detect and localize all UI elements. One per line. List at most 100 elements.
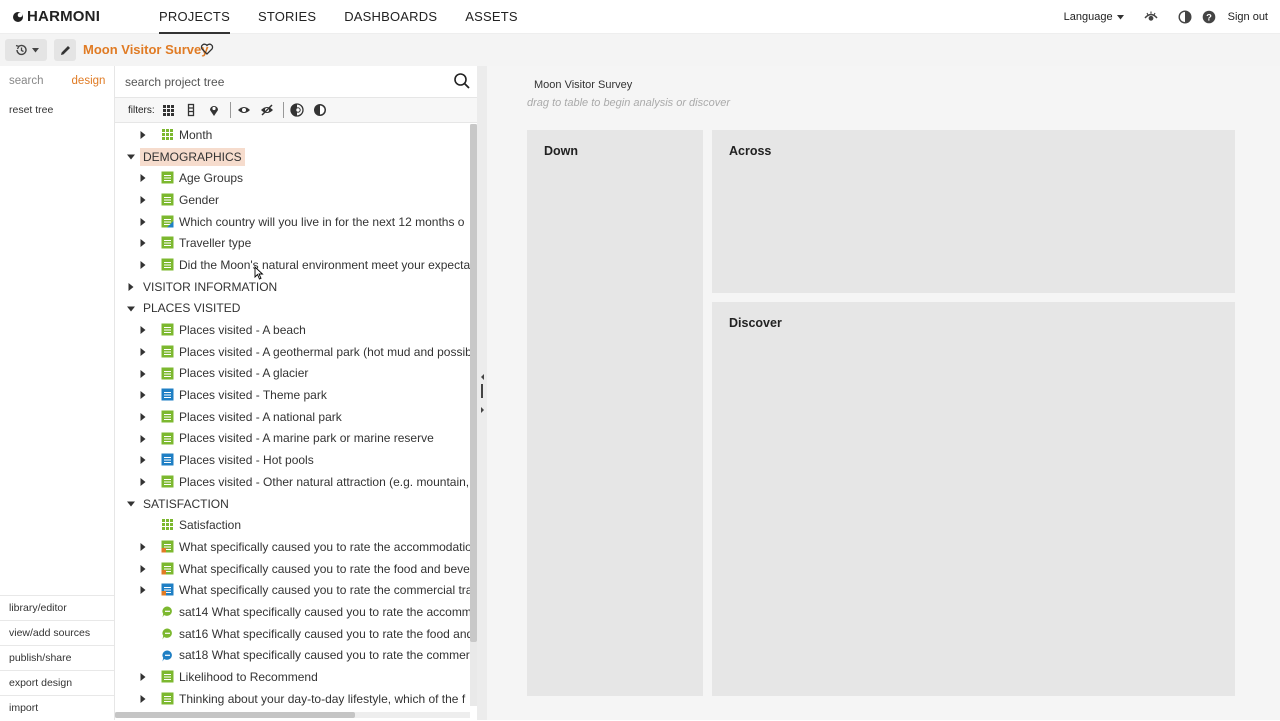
tree-search-input[interactable] bbox=[125, 72, 445, 92]
tree-folder-label[interactable]: VISITOR INFORMATION bbox=[143, 280, 277, 294]
help-icon[interactable]: ? bbox=[1202, 10, 1216, 24]
tree-variable-row[interactable]: sat16 What specifically caused you to ra… bbox=[115, 623, 470, 645]
tree-folder-label[interactable]: PLACES VISITED bbox=[143, 301, 240, 315]
tree-variable-row[interactable]: Places visited - A glacier bbox=[115, 363, 470, 385]
reset-tree-link[interactable]: reset tree bbox=[9, 104, 53, 116]
tree-folder-row[interactable]: VISITOR INFORMATION bbox=[115, 276, 470, 298]
tree-folder-row[interactable]: PLACES VISITED bbox=[115, 298, 470, 320]
search-icon[interactable] bbox=[453, 72, 471, 90]
tab-search[interactable]: search bbox=[0, 66, 53, 97]
tree-variable-row[interactable]: Thinking about your day-to-day lifestyle… bbox=[115, 688, 470, 710]
tree-variable-row[interactable]: Places visited - A geothermal park (hot … bbox=[115, 341, 470, 363]
tree-variable-row[interactable]: What specifically caused you to rate the… bbox=[115, 536, 470, 558]
tree-variable-row[interactable]: Places visited - Other natural attractio… bbox=[115, 471, 470, 493]
caret-right-icon[interactable] bbox=[139, 239, 147, 248]
sidebar-link-export-design[interactable]: export design bbox=[0, 670, 114, 695]
tree-variable-row[interactable]: Did the Moon's natural environment meet … bbox=[115, 254, 470, 276]
eye-icon[interactable] bbox=[1144, 10, 1158, 24]
caret-right-icon[interactable] bbox=[139, 261, 147, 270]
history-button[interactable] bbox=[5, 39, 47, 61]
grid-filter-icon[interactable] bbox=[161, 103, 175, 117]
caret-right-icon[interactable] bbox=[139, 694, 147, 703]
sidebar-link-import[interactable]: import bbox=[0, 695, 114, 720]
tree-variable-label[interactable]: What specifically caused you to rate the… bbox=[179, 562, 470, 576]
tree-variable-label[interactable]: What specifically caused you to rate the… bbox=[179, 583, 470, 597]
caret-right-icon[interactable] bbox=[139, 131, 147, 139]
caret-right-icon[interactable] bbox=[139, 174, 147, 183]
caret-down-icon[interactable] bbox=[127, 500, 135, 508]
expand-right-icon[interactable] bbox=[481, 407, 484, 413]
caret-right-icon[interactable] bbox=[127, 282, 135, 291]
tree-variable-row[interactable]: Places visited - A national park bbox=[115, 406, 470, 428]
tree-variable-row[interactable]: Which country will you live in for the n… bbox=[115, 211, 470, 233]
tree-variable-label[interactable]: Did the Moon's natural environment meet … bbox=[179, 258, 470, 272]
nav-stories[interactable]: STORIES bbox=[258, 0, 316, 34]
tree-variable-label[interactable]: Places visited - A beach bbox=[179, 323, 306, 337]
tree-variable-label[interactable]: sat18 What specifically caused you to ra… bbox=[179, 648, 470, 662]
edit-button[interactable] bbox=[54, 39, 76, 61]
tree-variable-label[interactable]: Likelihood to Recommend bbox=[179, 670, 318, 684]
caret-right-icon[interactable] bbox=[139, 586, 147, 595]
location-filter-icon[interactable] bbox=[207, 103, 221, 117]
tree-variable-label[interactable]: sat16 What specifically caused you to ra… bbox=[179, 627, 470, 641]
tree-variable-row[interactable]: What specifically caused you to rate the… bbox=[115, 579, 470, 601]
splitter-grip[interactable] bbox=[481, 384, 483, 398]
tree-variable-row[interactable]: What specifically caused you to rate the… bbox=[115, 558, 470, 580]
tree-variable-row[interactable]: Traveller type bbox=[115, 232, 470, 254]
caret-right-icon[interactable] bbox=[139, 217, 147, 226]
scrollbar-thumb[interactable] bbox=[115, 712, 355, 718]
drop-zone-discover[interactable]: Discover bbox=[712, 302, 1235, 696]
project-title[interactable]: Moon Visitor Survey bbox=[83, 42, 208, 57]
tree-folder-row[interactable]: DEMOGRAPHICS bbox=[115, 146, 470, 168]
tree-variable-row[interactable]: Likelihood to Recommend bbox=[115, 666, 470, 688]
tree-variable-label[interactable]: Month bbox=[179, 128, 212, 142]
language-dropdown[interactable]: Language bbox=[1064, 11, 1124, 23]
tree-variable-row[interactable]: Places visited - Theme park bbox=[115, 384, 470, 406]
tree-horizontal-scrollbar[interactable] bbox=[115, 712, 470, 718]
tree-variable-label[interactable]: Places visited - A glacier bbox=[179, 366, 308, 380]
caret-right-icon[interactable] bbox=[139, 456, 147, 465]
contrast-filter-icon[interactable] bbox=[313, 103, 327, 117]
tree-variable-label[interactable]: Places visited - A geothermal park (hot … bbox=[179, 345, 470, 359]
sidebar-link-publish-share[interactable]: publish/share bbox=[0, 645, 114, 670]
drop-zone-across[interactable]: Across bbox=[712, 130, 1235, 293]
tree-variable-label[interactable]: sat14 What specifically caused you to ra… bbox=[179, 605, 470, 619]
tree-variable-row[interactable]: Places visited - Hot pools bbox=[115, 449, 470, 471]
tree-variable-label[interactable]: Traveller type bbox=[179, 236, 251, 250]
caret-right-icon[interactable] bbox=[139, 196, 147, 205]
collapse-left-icon[interactable] bbox=[481, 374, 484, 380]
tree-folder-row[interactable]: SATISFACTION bbox=[115, 493, 470, 515]
tree-variable-label[interactable]: Gender bbox=[179, 193, 219, 207]
tree-vertical-scrollbar[interactable] bbox=[470, 124, 477, 706]
tree-variable-label[interactable]: Places visited - Theme park bbox=[179, 388, 327, 402]
tree-variable-label[interactable]: Thinking about your day-to-day lifestyle… bbox=[179, 692, 465, 706]
tree-variable-label[interactable]: Which country will you live in for the n… bbox=[179, 215, 464, 229]
tree-variable-row[interactable]: Places visited - A beach bbox=[115, 319, 470, 341]
caret-down-icon[interactable] bbox=[127, 153, 135, 161]
weight-filter-icon[interactable] bbox=[290, 103, 304, 117]
nav-assets[interactable]: ASSETS bbox=[465, 0, 518, 34]
tree-variable-label[interactable]: Places visited - Hot pools bbox=[179, 453, 314, 467]
tree-variable-label[interactable]: Places visited - Other natural attractio… bbox=[179, 475, 469, 489]
contrast-icon[interactable] bbox=[1178, 10, 1192, 24]
tree-variable-row[interactable]: Places visited - A marine park or marine… bbox=[115, 428, 470, 450]
tree-variable-label[interactable]: What specifically caused you to rate the… bbox=[179, 540, 470, 554]
caret-right-icon[interactable] bbox=[139, 326, 147, 335]
harmoni-logo[interactable]: HARMONI bbox=[12, 8, 100, 25]
tree-variable-row[interactable]: Satisfaction bbox=[115, 514, 470, 536]
drop-zone-down[interactable]: Down bbox=[527, 130, 703, 696]
panel-splitter[interactable] bbox=[477, 66, 487, 720]
caret-right-icon[interactable] bbox=[139, 673, 147, 682]
tree-folder-label[interactable]: SATISFACTION bbox=[143, 497, 229, 511]
tree-variable-row[interactable]: Age Groups bbox=[115, 167, 470, 189]
tree-variable-row[interactable]: Gender bbox=[115, 189, 470, 211]
caret-right-icon[interactable] bbox=[139, 347, 147, 356]
caret-right-icon[interactable] bbox=[139, 412, 147, 421]
sidebar-link-library-editor[interactable]: library/editor bbox=[0, 595, 114, 620]
tree-variable-label[interactable]: Age Groups bbox=[179, 171, 243, 185]
tree-variable-row[interactable]: sat14 What specifically caused you to ra… bbox=[115, 601, 470, 623]
nav-dashboards[interactable]: DASHBOARDS bbox=[344, 0, 437, 34]
caret-right-icon[interactable] bbox=[139, 369, 147, 378]
scrollbar-thumb[interactable] bbox=[470, 124, 477, 642]
eye-filter-icon[interactable] bbox=[237, 103, 251, 117]
